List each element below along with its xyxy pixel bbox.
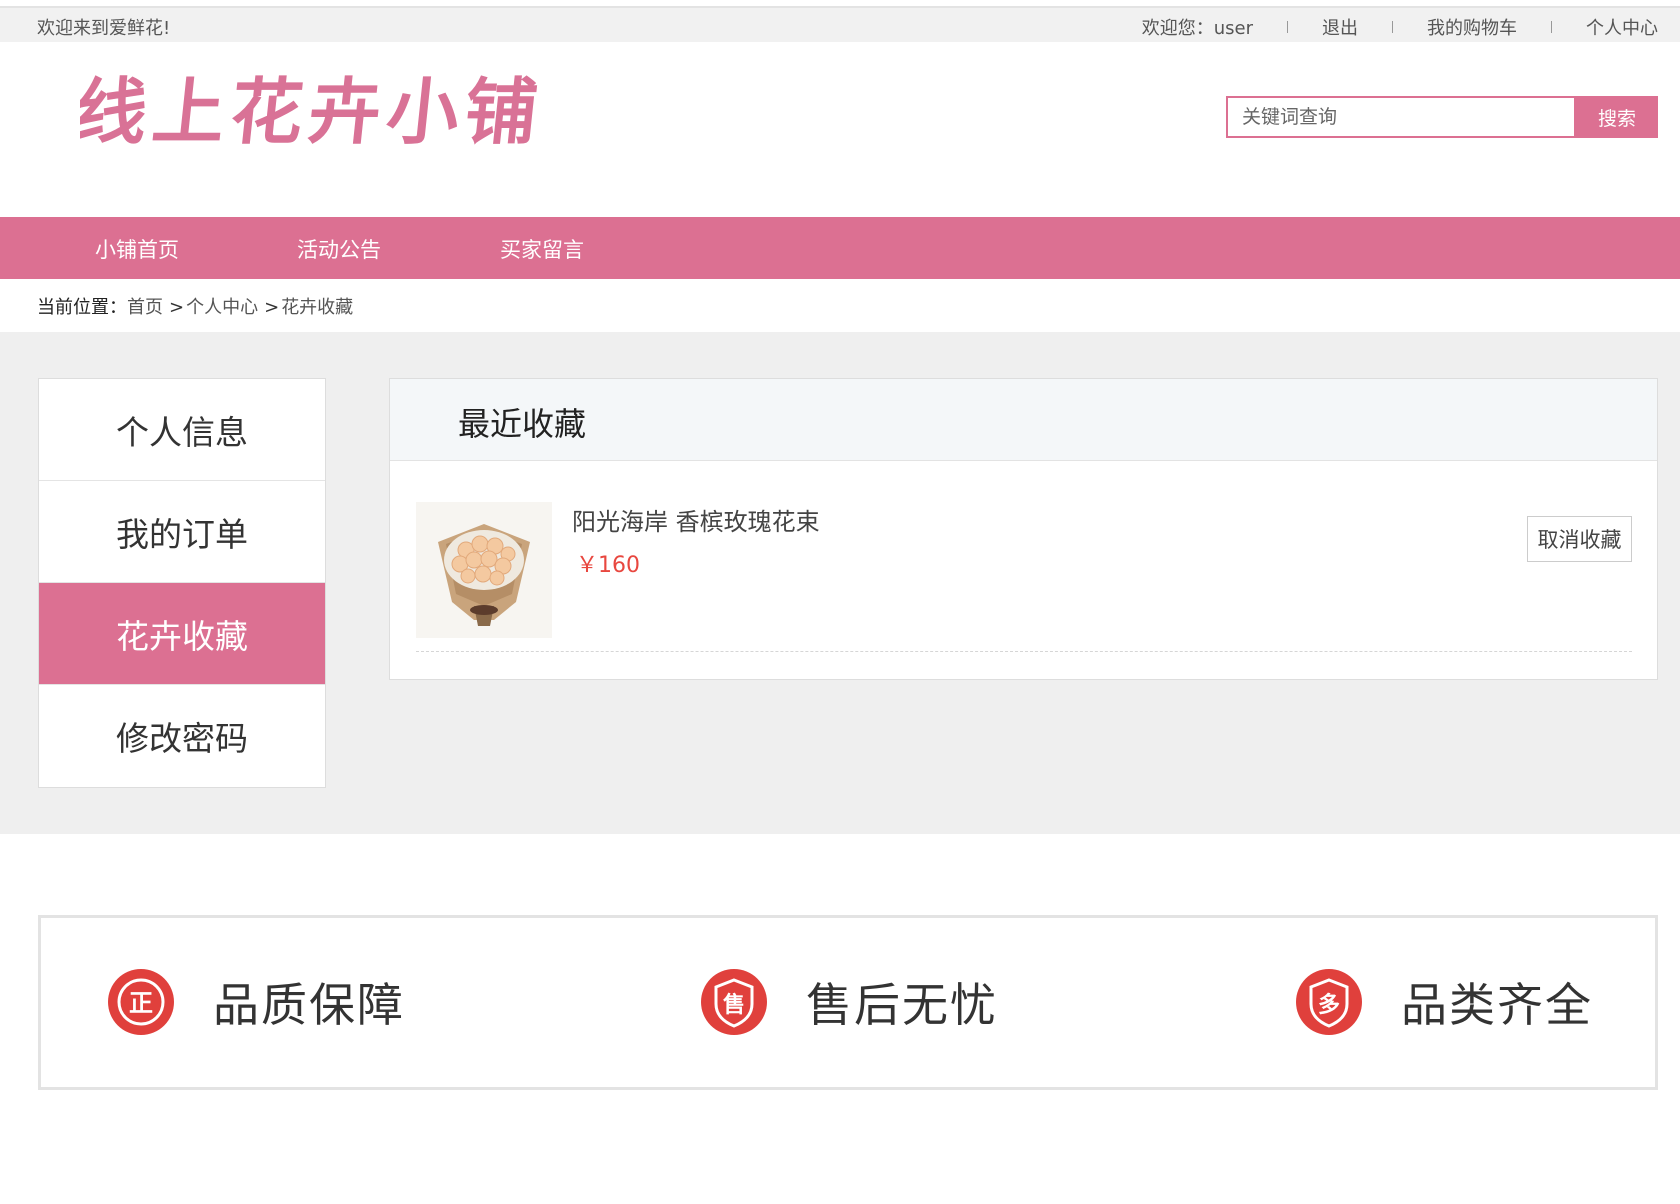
- sidebar-item-orders[interactable]: 我的订单: [39, 481, 325, 583]
- breadcrumb: 当前位置：首页 > 个人中心 > 花卉收藏: [37, 293, 353, 319]
- welcome-text: 欢迎来到爱鲜花!: [37, 18, 171, 39]
- logo-text: 线上花卉小铺: [80, 70, 547, 155]
- favorites-panel: 最近收藏 阳光海岸 香槟玫瑰花束 ￥160 取消收藏: [389, 378, 1658, 680]
- top-links: 欢迎您：user 退出 我的购物车 个人中心: [1142, 14, 1658, 40]
- duo-badge-icon: 多: [1296, 969, 1362, 1035]
- svg-text:多: 多: [1318, 992, 1340, 1018]
- search-button[interactable]: 搜索: [1576, 96, 1658, 138]
- panel-title: 最近收藏: [458, 405, 587, 443]
- favorite-item: 阳光海岸 香槟玫瑰花束 ￥160 取消收藏: [416, 502, 1632, 652]
- profile-link[interactable]: 个人中心: [1586, 14, 1658, 40]
- main-nav: 小铺首页 活动公告 买家留言: [0, 217, 1680, 279]
- cart-link[interactable]: 我的购物车: [1427, 14, 1517, 40]
- guarantee-label: 品质保障: [213, 978, 405, 1032]
- guarantee-bar: 正 品质保障 售 售后无忧 多 品类齐全: [38, 915, 1658, 1090]
- breadcrumb-label: 当前位置：: [37, 297, 127, 318]
- nav-item-messages[interactable]: 买家留言: [500, 234, 584, 264]
- search-box: 搜索: [1226, 96, 1658, 138]
- divider: [1392, 21, 1393, 33]
- search-input[interactable]: [1226, 96, 1576, 138]
- guarantee-label: 售后无忧: [806, 978, 998, 1032]
- top-bar: 欢迎来到爱鲜花! 欢迎您：user 退出 我的购物车 个人中心: [0, 6, 1680, 42]
- zheng-badge-icon: 正: [108, 969, 174, 1035]
- logout-link[interactable]: 退出: [1322, 14, 1358, 40]
- nav-item-announcements[interactable]: 活动公告: [297, 234, 381, 264]
- divider: [1287, 21, 1288, 33]
- site-logo[interactable]: 线上花卉小铺: [80, 65, 560, 165]
- breadcrumb-current[interactable]: 花卉收藏: [281, 297, 353, 318]
- shou-badge-icon: 售: [701, 969, 767, 1035]
- guarantee-variety: 多 品类齐全: [1295, 968, 1593, 1036]
- user-greeting: 欢迎您：user: [1141, 18, 1253, 39]
- product-thumbnail[interactable]: [416, 502, 552, 638]
- guarantee-label: 品类齐全: [1401, 978, 1593, 1032]
- svg-text:正: 正: [129, 989, 153, 1017]
- sidebar-item-profile[interactable]: 个人信息: [39, 379, 325, 481]
- divider: [1551, 21, 1552, 33]
- sidebar-menu: 个人信息 我的订单 花卉收藏 修改密码: [38, 378, 326, 788]
- sidebar-item-favorites[interactable]: 花卉收藏: [39, 583, 325, 685]
- cancel-favorite-button[interactable]: 取消收藏: [1527, 516, 1632, 562]
- main-area: 个人信息 我的订单 花卉收藏 修改密码 最近收藏 阳光海岸 香槟玫瑰花束 ￥16…: [0, 332, 1680, 834]
- panel-header: 最近收藏: [390, 379, 1657, 461]
- breadcrumb-separator: >: [169, 297, 185, 318]
- nav-item-home[interactable]: 小铺首页: [95, 234, 179, 264]
- svg-text:售: 售: [723, 992, 745, 1018]
- sidebar-item-password[interactable]: 修改密码: [39, 685, 325, 787]
- breadcrumb-separator: >: [264, 297, 280, 318]
- product-price: ￥160: [576, 553, 640, 578]
- breadcrumb-center[interactable]: 个人中心: [186, 297, 258, 318]
- breadcrumb-home[interactable]: 首页: [127, 297, 163, 318]
- guarantee-quality: 正 品质保障: [107, 968, 405, 1036]
- guarantee-aftersale: 售 售后无忧: [700, 968, 998, 1036]
- product-name[interactable]: 阳光海岸 香槟玫瑰花束: [572, 502, 820, 537]
